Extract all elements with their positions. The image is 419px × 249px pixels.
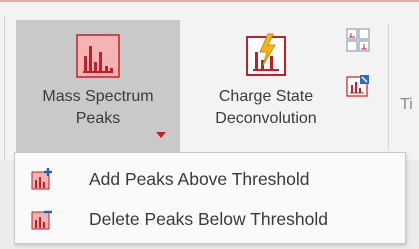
charge-state-deconvolution-button[interactable]: Charge State Deconvolution xyxy=(196,20,336,152)
charge-deconvolution-icon xyxy=(246,33,286,76)
charge-state-deconvolution-label: Charge State Deconvolution xyxy=(215,88,317,127)
menu-item-add-peaks[interactable]: Add Peaks Above Threshold xyxy=(15,161,405,197)
menu-item-delete-peaks[interactable]: Delete Peaks Below Threshold xyxy=(15,201,405,237)
spectrum-edit-icon[interactable] xyxy=(346,74,370,98)
dropdown-arrow-icon[interactable] xyxy=(156,132,166,138)
ribbon-left-edge xyxy=(4,16,5,160)
ribbon-top-line xyxy=(0,0,419,2)
ribbon: Mass Spectrum Peaks Charge State Deconvo… xyxy=(0,0,419,160)
mass-spectrum-peaks-button[interactable]: Mass Spectrum Peaks xyxy=(16,20,180,152)
add-peaks-icon xyxy=(31,168,52,190)
menu-item-label: Add Peaks Above Threshold xyxy=(89,168,310,189)
menu-item-label: Delete Peaks Below Threshold xyxy=(89,208,328,229)
delete-peaks-icon xyxy=(31,210,52,230)
mass-spectrum-peaks-dropdown-menu: Add Peaks Above Threshold Delete Peaks B… xyxy=(14,152,406,244)
truncated-ribbon-label: Ti xyxy=(400,96,413,113)
ribbon-separator xyxy=(388,24,389,150)
spectrum-grid-icon[interactable] xyxy=(346,28,370,52)
mass-spectrum-peaks-icon xyxy=(76,34,120,78)
mass-spectrum-peaks-label: Mass Spectrum Peaks xyxy=(42,88,154,127)
